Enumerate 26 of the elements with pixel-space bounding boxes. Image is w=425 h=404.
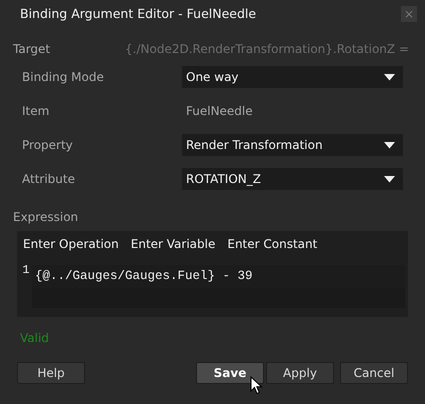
dropdown[interactable]: Render Transformation [182,134,403,156]
caret-icon [384,74,395,80]
field-label: Attribute [22,171,76,188]
toolbar-button[interactable]: Enter Variable [128,235,216,253]
field-value: FuelNeedle [185,103,253,120]
field-label: Binding Mode [22,69,105,86]
field-label: Property [22,137,74,154]
dropdown[interactable]: One way [182,66,403,88]
target-value: {./Node2D.RenderTransformation}.RotationZ = [125,40,409,58]
caret-icon [384,176,395,182]
toolbar-button[interactable]: Enter Constant [224,235,318,253]
validation-status: Valid [20,331,49,345]
toolbar-button[interactable]: Enter Operation [20,235,119,253]
mouse-pointer-icon [250,376,263,395]
dialog-button[interactable]: Save [196,362,264,384]
dialog-button[interactable]: Apply [266,362,334,384]
field-label: Item [22,103,50,120]
dropdown[interactable]: ROTATION_Z [182,168,403,190]
expression-editor[interactable]: Enter Operation Enter Variable Enter Constant 1 {@../Gauges/Gauges.Fuel} - 39 [17,231,408,317]
caret-icon [384,142,395,148]
section-label: Expression [12,209,80,226]
target-label: Target [13,40,50,58]
dialog-button[interactable]: Cancel [340,362,408,384]
line-number: 1 [21,262,31,279]
window-title: Binding Argument Editor - FuelNeedle [20,4,256,23]
dialog-button[interactable]: Help [17,362,85,384]
